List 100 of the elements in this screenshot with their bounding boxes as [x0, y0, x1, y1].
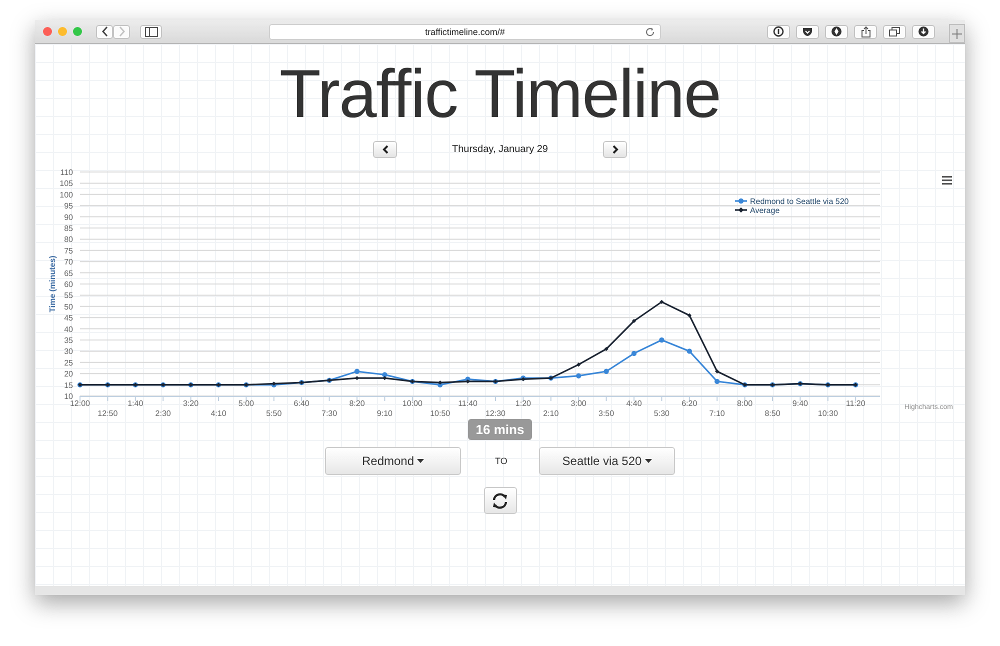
plus-icon [952, 28, 962, 38]
point [715, 369, 720, 374]
info-icon [773, 26, 784, 37]
tabs-button[interactable] [883, 24, 906, 38]
refresh-button[interactable] [484, 487, 516, 514]
x-axis-label: 3:00 [570, 399, 586, 408]
point [354, 368, 360, 374]
x-axis-label: 12:30 [485, 409, 506, 418]
y-axis-label: 95 [64, 202, 73, 211]
y-axis-label: 55 [64, 291, 73, 300]
y-axis-label: 20 [64, 370, 73, 379]
y-axis-label: 50 [64, 302, 73, 312]
y-axis-label: 35 [64, 336, 73, 345]
caret-icon [417, 459, 424, 463]
y-axis-label: 90 [64, 212, 73, 222]
previous-day-button[interactable] [373, 140, 397, 158]
share-button[interactable] [854, 24, 877, 38]
point [687, 313, 692, 318]
chevron-right-icon [118, 26, 126, 37]
y-axis-label: 15 [64, 380, 73, 390]
x-axis-label: 10:30 [818, 409, 838, 418]
x-axis-label: 2:10 [543, 409, 559, 418]
chevron-left-icon [100, 26, 108, 37]
url-text: traffictimeline.com/# [425, 26, 505, 36]
point [604, 368, 609, 374]
x-axis-label: 7:10 [709, 409, 725, 418]
shield-icon [802, 26, 813, 36]
x-axis-label: 12:50 [98, 409, 118, 418]
travel-time-badge: 16 mins [468, 419, 532, 440]
chevron-right-icon [612, 144, 618, 154]
date-label: Thursday, January 29 [451, 144, 549, 154]
reload-icon[interactable] [645, 26, 655, 36]
y-axis-label: 25 [64, 358, 73, 368]
x-axis-label: 3:20 [183, 399, 199, 408]
point [604, 346, 608, 352]
download-button[interactable] [912, 24, 935, 38]
x-axis-label: 10:50 [430, 409, 450, 418]
x-axis-label: 11:20 [846, 399, 866, 408]
x-axis-label: 8:20 [349, 399, 365, 408]
x-axis-label: 9:10 [376, 409, 392, 418]
x-axis-label: 8:00 [737, 399, 753, 408]
refresh-icon [491, 492, 509, 510]
point [631, 350, 637, 356]
y-axis-title: Time (minutes) [48, 256, 57, 312]
x-axis-label: 7:30 [322, 409, 338, 418]
chevron-left-icon [382, 144, 388, 154]
caret-icon [644, 459, 652, 463]
diamond-circle-icon [831, 26, 842, 37]
y-axis-label: 75 [64, 246, 73, 256]
download-icon [918, 26, 929, 37]
y-axis-label: 10 [64, 392, 73, 401]
x-axis-label: 9:40 [792, 399, 808, 408]
new-tab-button[interactable] [949, 24, 965, 43]
address-bar[interactable]: traffictimeline.com/# [269, 24, 661, 40]
point [660, 300, 664, 304]
legend-label: Redmond to Seattle via 520 [750, 197, 850, 206]
x-axis-label: 12:00 [70, 399, 90, 408]
legend-label: Average [750, 206, 780, 215]
point [632, 318, 636, 324]
y-axis-label: 40 [64, 324, 73, 334]
point [382, 372, 388, 378]
shield-button[interactable] [796, 24, 819, 38]
x-axis-label: 6:20 [682, 399, 698, 408]
origin-dropdown[interactable]: Redmond [325, 447, 461, 475]
point [438, 380, 442, 385]
tabs-icon [889, 26, 900, 36]
x-axis-label: 5:00 [238, 399, 254, 408]
extension-button[interactable] [825, 24, 848, 38]
y-axis-label: 100 [60, 190, 73, 200]
y-axis-label: 110 [60, 168, 73, 177]
x-axis-label: 4:40 [626, 399, 642, 408]
menu-icon[interactable] [942, 176, 952, 185]
point [576, 373, 582, 378]
point [382, 376, 387, 380]
point [659, 337, 664, 343]
y-axis-label: 65 [64, 268, 73, 278]
x-axis-label: 5:30 [654, 409, 670, 418]
x-axis-label: 5:50 [266, 409, 282, 418]
x-axis-label: 1:40 [128, 399, 144, 408]
y-axis-label: 60 [64, 280, 73, 289]
y-axis-label: 30 [64, 347, 73, 356]
x-axis-label: 1:20 [515, 399, 531, 408]
x-axis-label: 11:40 [458, 399, 478, 408]
point [714, 378, 720, 384]
info-button[interactable] [767, 24, 790, 38]
share-icon [860, 26, 870, 38]
point [466, 379, 470, 384]
x-axis-label: 10:00 [402, 399, 422, 408]
y-axis-label: 70 [64, 258, 73, 267]
sidebar-button[interactable] [140, 24, 162, 38]
destination-dropdown[interactable]: Seattle via 520 [539, 447, 675, 475]
connector-label: TO [495, 456, 505, 466]
y-axis-label: 105 [60, 179, 73, 188]
y-axis-label: 80 [64, 235, 73, 244]
next-day-button[interactable] [603, 140, 627, 158]
y-axis-label: 85 [64, 224, 73, 233]
page-title: Traffic Timeline [279, 55, 721, 134]
x-axis-label: 3:50 [598, 409, 614, 418]
sidebar-icon [144, 26, 158, 36]
back-button[interactable] [96, 24, 113, 38]
